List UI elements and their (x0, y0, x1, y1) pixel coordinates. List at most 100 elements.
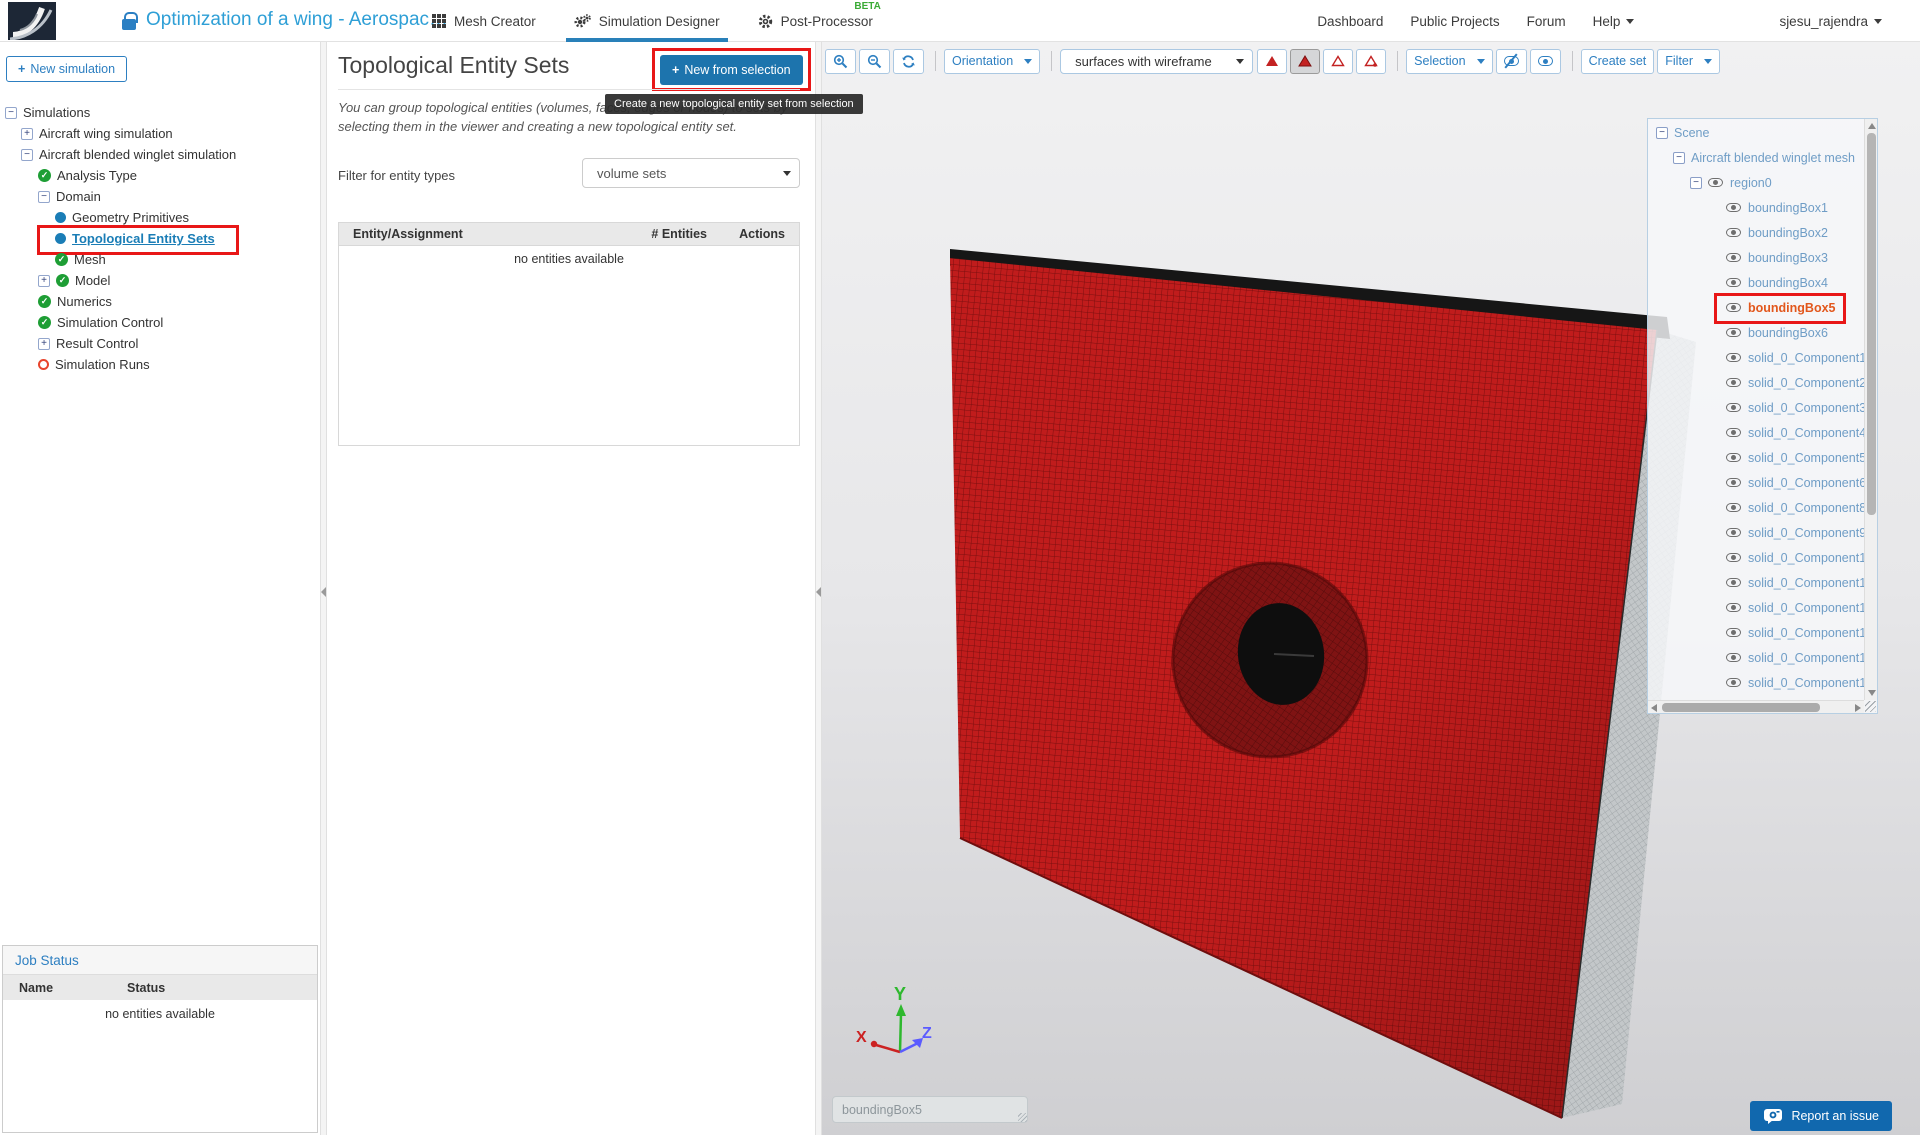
scene-tree-item[interactable]: solid_0_Component12 (1648, 595, 1864, 620)
visibility-eye-icon[interactable] (1726, 603, 1741, 612)
scene-tree-item[interactable]: boundingBox6 (1648, 320, 1864, 345)
hide-selected-button[interactable] (1496, 49, 1527, 74)
visibility-eye-icon[interactable] (1726, 278, 1741, 287)
scene-tree-item[interactable]: boundingBox3 (1648, 245, 1864, 270)
scene-tree-item[interactable]: solid_0_Component13 (1648, 620, 1864, 645)
expand-toggle-icon[interactable] (21, 128, 33, 140)
tree-item[interactable]: Simulations (0, 102, 318, 123)
new-simulation-button[interactable]: New simulation (6, 56, 127, 82)
orientation-menu-button[interactable]: Orientation (944, 49, 1040, 74)
resize-grip-icon[interactable] (1865, 701, 1876, 712)
visibility-eye-icon[interactable] (1726, 553, 1741, 562)
visibility-eye-icon[interactable] (1726, 528, 1741, 537)
visibility-eye-icon[interactable] (1726, 403, 1741, 412)
tree-item[interactable]: Model (0, 270, 318, 291)
collapse-grip-icon[interactable] (321, 587, 326, 597)
filter-menu-button[interactable]: Filter (1657, 49, 1720, 74)
visibility-eye-icon[interactable] (1726, 653, 1741, 662)
scene-tree-item[interactable]: solid_0_Component8 (1648, 495, 1864, 520)
expand-toggle-icon[interactable] (21, 149, 33, 161)
visibility-eye-icon[interactable] (1726, 478, 1741, 487)
tree-item[interactable]: Analysis Type (0, 165, 318, 186)
mesh-quality-outline-alt-button[interactable] (1356, 49, 1386, 74)
visibility-eye-icon[interactable] (1726, 303, 1741, 312)
expand-toggle-icon[interactable] (1673, 152, 1685, 164)
user-menu[interactable]: sjesu_rajendra (1779, 14, 1882, 29)
scene-tree-item[interactable]: solid_0_Component4 (1648, 420, 1864, 445)
visibility-eye-icon[interactable] (1708, 178, 1723, 187)
display-mode-select[interactable]: surfaces with wireframe (1060, 49, 1253, 74)
scene-tree-item[interactable]: solid_0_Component1 (1648, 345, 1864, 370)
zoom-out-button[interactable] (859, 49, 890, 74)
show-selected-button[interactable] (1530, 49, 1561, 74)
tree-item[interactable]: Aircraft blended winglet simulation (0, 144, 318, 165)
mesh-quality-outline-button[interactable] (1323, 49, 1353, 74)
scene-tree-item[interactable]: boundingBox1 (1648, 195, 1864, 220)
scene-tree-item[interactable]: boundingBox4 (1648, 270, 1864, 295)
nav-forum[interactable]: Forum (1527, 14, 1566, 29)
tree-item[interactable]: Domain (0, 186, 318, 207)
scroll-down-icon[interactable] (1868, 690, 1876, 696)
mesh-quality-solid-active-button[interactable] (1290, 49, 1320, 74)
nav-dashboard[interactable]: Dashboard (1317, 14, 1383, 29)
report-issue-button[interactable]: Report an issue (1750, 1101, 1892, 1131)
set-name-input[interactable] (832, 1096, 1028, 1123)
tree-item[interactable]: Geometry Primitives (0, 207, 318, 228)
scrollbar-thumb[interactable] (1662, 703, 1820, 712)
scene-tree-item[interactable]: solid_0_Component14 (1648, 645, 1864, 670)
new-from-selection-button[interactable]: New from selection (660, 55, 803, 85)
scene-tree-vertical-scrollbar[interactable] (1864, 119, 1877, 700)
visibility-eye-icon[interactable] (1726, 453, 1741, 462)
create-set-button[interactable]: Create set (1581, 49, 1655, 74)
scene-tree-horizontal-scrollbar[interactable] (1648, 700, 1864, 713)
visibility-eye-icon[interactable] (1726, 628, 1741, 637)
tab-mesh-creator[interactable]: Mesh Creator (430, 0, 538, 42)
scene-tree-item[interactable]: solid_0_Component9 (1648, 520, 1864, 545)
tab-post-processor[interactable]: Post-Processor BETA (756, 0, 875, 42)
expand-toggle-icon[interactable] (5, 107, 17, 119)
visibility-eye-icon[interactable] (1726, 428, 1741, 437)
visibility-eye-icon[interactable] (1726, 353, 1741, 362)
expand-toggle-icon[interactable] (38, 275, 50, 287)
scroll-up-icon[interactable] (1868, 123, 1876, 129)
scene-tree-item[interactable]: solid_0_Component15 (1648, 670, 1864, 695)
tree-item[interactable]: Simulation Control (0, 312, 318, 333)
visibility-eye-icon[interactable] (1726, 578, 1741, 587)
tree-item[interactable]: Numerics (0, 291, 318, 312)
zoom-in-button[interactable] (825, 49, 856, 74)
scrollbar-thumb[interactable] (1867, 133, 1876, 515)
scene-tree-item[interactable]: boundingBox2 (1648, 220, 1864, 245)
visibility-eye-icon[interactable] (1726, 378, 1741, 387)
scene-tree-item[interactable]: solid_0_Component2 (1648, 370, 1864, 395)
scene-tree-item[interactable]: solid_0_Component3 (1648, 395, 1864, 420)
expand-toggle-icon[interactable] (1690, 177, 1702, 189)
scene-tree-item[interactable]: region0 (1648, 170, 1864, 195)
scene-tree-item[interactable]: boundingBox5 (1648, 295, 1864, 320)
scene-tree-item[interactable]: solid_0_Component6 (1648, 470, 1864, 495)
scene-tree-item[interactable]: solid_0_Component10 (1648, 545, 1864, 570)
tree-item[interactable]: Result Control (0, 333, 318, 354)
tab-simulation-designer[interactable]: Simulation Designer (572, 0, 722, 42)
entity-type-select[interactable]: volume sets (582, 158, 800, 188)
input-resize-grip-icon[interactable] (1018, 1113, 1027, 1122)
tree-item[interactable]: Mesh (0, 249, 318, 270)
scene-tree-item[interactable]: Aircraft blended winglet mesh (1648, 145, 1864, 170)
viewport-3d[interactable]: Y X Z (822, 42, 1920, 1135)
mesh-quality-solid-button[interactable] (1257, 49, 1287, 74)
visibility-eye-icon[interactable] (1726, 678, 1741, 687)
visibility-eye-icon[interactable] (1726, 228, 1741, 237)
sidebar-splitter[interactable] (320, 42, 327, 1135)
scene-tree-item[interactable]: solid_0_Component11 (1648, 570, 1864, 595)
scene-tree-item[interactable]: Scene (1648, 120, 1864, 145)
visibility-eye-icon[interactable] (1726, 503, 1741, 512)
expand-toggle-icon[interactable] (1656, 127, 1668, 139)
scroll-left-icon[interactable] (1651, 704, 1657, 712)
expand-toggle-icon[interactable] (38, 338, 50, 350)
visibility-eye-icon[interactable] (1726, 328, 1741, 337)
panel-splitter[interactable] (815, 42, 822, 1135)
tree-item[interactable]: Topological Entity Sets (0, 228, 318, 249)
collapse-grip-icon[interactable] (816, 587, 821, 597)
expand-toggle-icon[interactable] (38, 191, 50, 203)
tree-item[interactable]: Aircraft wing simulation (0, 123, 318, 144)
nav-help-menu[interactable]: Help (1593, 14, 1635, 29)
